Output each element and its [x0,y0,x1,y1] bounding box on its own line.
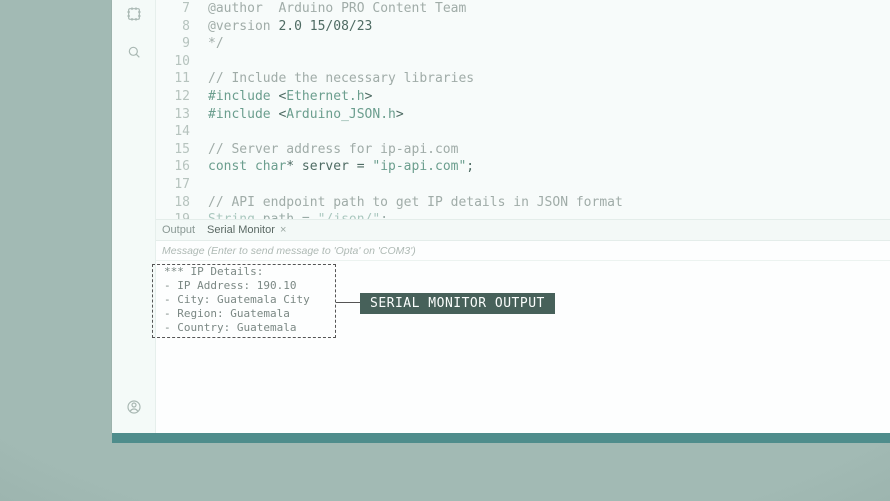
activity-bar [112,0,156,433]
line-number: 11 [156,70,190,88]
code-editor[interactable]: 78910111213141516171819 @author Arduino … [156,0,890,219]
code-line[interactable] [208,123,890,141]
line-number: 19 [156,211,190,219]
tab-output[interactable]: Output [162,224,195,236]
search-icon[interactable] [122,40,146,68]
code-line[interactable]: */ [208,35,890,53]
code-line[interactable]: #include <Ethernet.h> [208,88,890,106]
code-line[interactable] [208,176,890,194]
tab-serial-monitor[interactable]: Serial Monitor × [207,224,286,236]
serial-monitor-output: *** IP Details:- IP Address: 190.10- Cit… [156,261,890,433]
serial-message-bar [156,241,890,261]
line-number: 10 [156,53,190,71]
line-number: 7 [156,0,190,18]
tab-label: Serial Monitor [207,224,275,236]
serial-message-input[interactable] [162,245,884,257]
line-numbers: 78910111213141516171819 [156,0,198,219]
ide-window: 78910111213141516171819 @author Arduino … [112,0,890,433]
code-line[interactable]: // API endpoint path to get IP details i… [208,194,890,212]
line-number: 13 [156,106,190,124]
code-line[interactable]: #include <Arduino_JSON.h> [208,106,890,124]
serial-line: - Country: Guatemala [164,321,882,335]
line-number: 16 [156,158,190,176]
code-line[interactable]: const char* server = "ip-api.com"; [208,158,890,176]
serial-line: - IP Address: 190.10 [164,279,882,293]
status-bar [112,433,890,443]
line-number: 15 [156,141,190,159]
code-line[interactable]: @author Arduino PRO Content Team [208,0,890,18]
line-number: 18 [156,194,190,212]
close-icon[interactable]: × [280,224,286,236]
boards-icon[interactable] [122,2,146,30]
account-icon[interactable] [122,395,146,423]
serial-line: *** IP Details: [164,265,882,279]
code-line[interactable]: String path = "/json/"; [208,211,890,219]
line-number: 17 [156,176,190,194]
bottom-panel-tabs: Output Serial Monitor × [156,219,890,241]
line-number: 8 [156,18,190,36]
main-area: 78910111213141516171819 @author Arduino … [156,0,890,433]
line-number: 14 [156,123,190,141]
annotation-label: SERIAL MONITOR OUTPUT [360,293,555,314]
code-line[interactable] [208,53,890,71]
code-line[interactable]: // Include the necessary libraries [208,70,890,88]
code-content[interactable]: @author Arduino PRO Content Team@version… [198,0,890,219]
line-number: 9 [156,35,190,53]
code-line[interactable]: // Server address for ip-api.com [208,141,890,159]
code-line[interactable]: @version 2.0 15/08/23 [208,18,890,36]
line-number: 12 [156,88,190,106]
annotation-connector [336,302,360,303]
